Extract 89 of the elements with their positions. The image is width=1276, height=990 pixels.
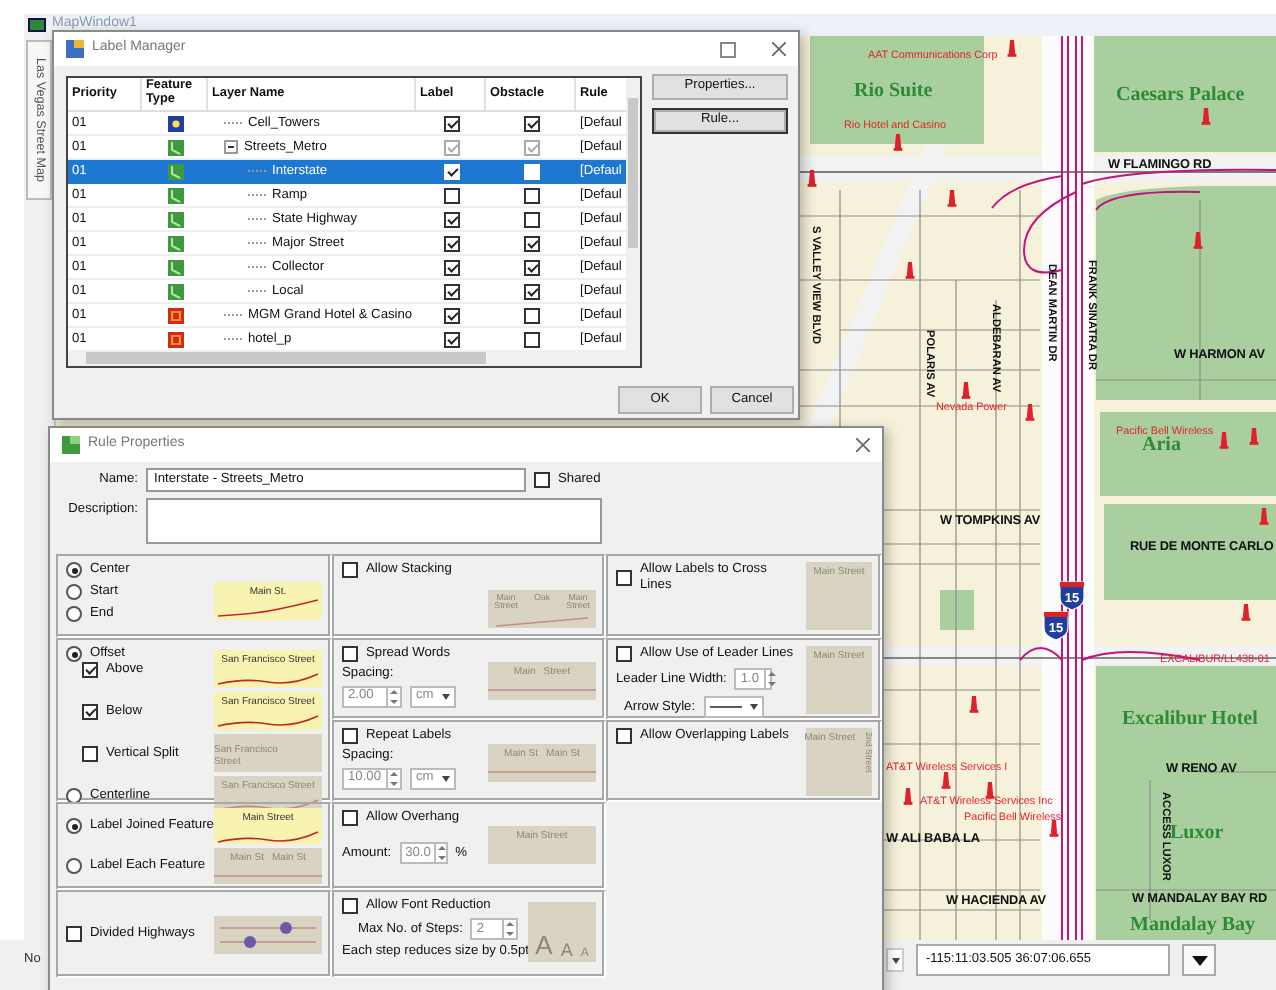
checkbox[interactable] [342,728,358,744]
checkbox[interactable] [616,646,632,662]
spinner-arrows-icon[interactable] [386,687,400,706]
line-layer-icon [167,235,183,251]
arrow-style-dropdown[interactable] [703,696,764,718]
tower-icon [1241,604,1251,621]
place-label: Caesars Palace [1116,84,1245,108]
spinner-arrows-icon[interactable] [502,920,517,938]
tower-icon [985,782,995,799]
tower-icon [1025,404,1035,421]
road-line [214,875,322,877]
checkbox[interactable] [443,115,459,131]
tower-icon [947,190,957,207]
tower-icon [1201,108,1211,125]
line-layer-icon [167,283,183,299]
line-style-icon [709,704,742,710]
tower-icon [807,170,817,187]
spinner-arrows-icon[interactable] [386,769,400,788]
line-layer-icon [167,259,183,275]
checkbox[interactable] [82,661,98,677]
road-line [217,673,319,685]
horizontal-scrollbar[interactable] [68,350,640,366]
road-line [217,831,319,843]
checkbox[interactable] [534,472,550,488]
preview-text: A [535,930,553,962]
tower-icon [903,788,913,805]
radio-button[interactable] [66,562,82,578]
dropdown-button[interactable] [1182,944,1216,976]
checkbox[interactable] [523,331,539,347]
radio-button[interactable] [66,584,82,600]
preview-text: A [560,940,573,962]
vertical-scrollbar[interactable] [626,78,640,352]
interstate-shield-icon [1043,611,1069,641]
tower-icon [905,262,915,279]
checkbox[interactable] [342,646,358,662]
place-label: Excalibur Hotel [1122,708,1258,732]
divided-highway-drawing [219,921,317,947]
checkbox[interactable] [523,307,539,323]
radio-button[interactable] [66,818,82,834]
close-icon[interactable] [856,438,870,452]
checkbox[interactable] [82,703,98,719]
checkbox[interactable] [342,810,358,826]
road-line [217,599,319,617]
tower-icon [1049,820,1059,837]
radio-button[interactable] [66,787,82,803]
line-layer-icon [167,139,183,155]
tower-icon [969,696,979,713]
radio-button[interactable] [66,646,82,662]
close-icon[interactable] [772,42,786,56]
checkbox[interactable] [82,745,98,761]
road-line [488,689,596,691]
tower-icon [893,134,903,151]
road-line [495,617,589,627]
road-line [217,715,319,727]
checkbox[interactable] [443,331,459,347]
road-line [488,771,596,773]
checkbox[interactable] [342,898,358,914]
tower-icon [1249,428,1259,445]
tower-icon [1259,508,1269,525]
description-field[interactable] [146,498,602,544]
spinner-arrows-icon[interactable] [763,670,771,688]
checkbox[interactable] [342,562,358,578]
checkbox[interactable] [443,307,459,323]
interstate-shield-icon [1059,581,1085,611]
place-label: Luxor [1170,822,1224,844]
line-layer-icon [167,211,183,227]
maximize-icon[interactable] [720,41,736,57]
spinner-arrows-icon[interactable] [434,844,446,862]
line-layer-icon [167,163,183,179]
tower-icon [1007,40,1017,57]
tower-icon [941,772,951,789]
tower-icon [961,382,971,399]
radio-button[interactable] [66,606,82,622]
point-layer-icon [167,115,183,131]
tower-icon [1219,432,1229,449]
checkbox[interactable] [616,728,632,744]
tower-icon [1193,232,1203,249]
dialog-icon [62,436,80,454]
place-label: Mandalay Bay [1130,914,1256,938]
radio-button[interactable] [66,858,82,874]
place-label: Rio Suite [854,80,933,104]
place-label: Aria [1142,434,1181,458]
checkbox[interactable] [616,569,632,586]
checkbox[interactable] [66,926,82,942]
dialog-icon [66,40,84,58]
dropdown-button[interactable] [886,948,904,972]
checkbox[interactable] [523,115,539,131]
map-window-icon [28,18,46,32]
line-layer-icon [167,187,183,203]
